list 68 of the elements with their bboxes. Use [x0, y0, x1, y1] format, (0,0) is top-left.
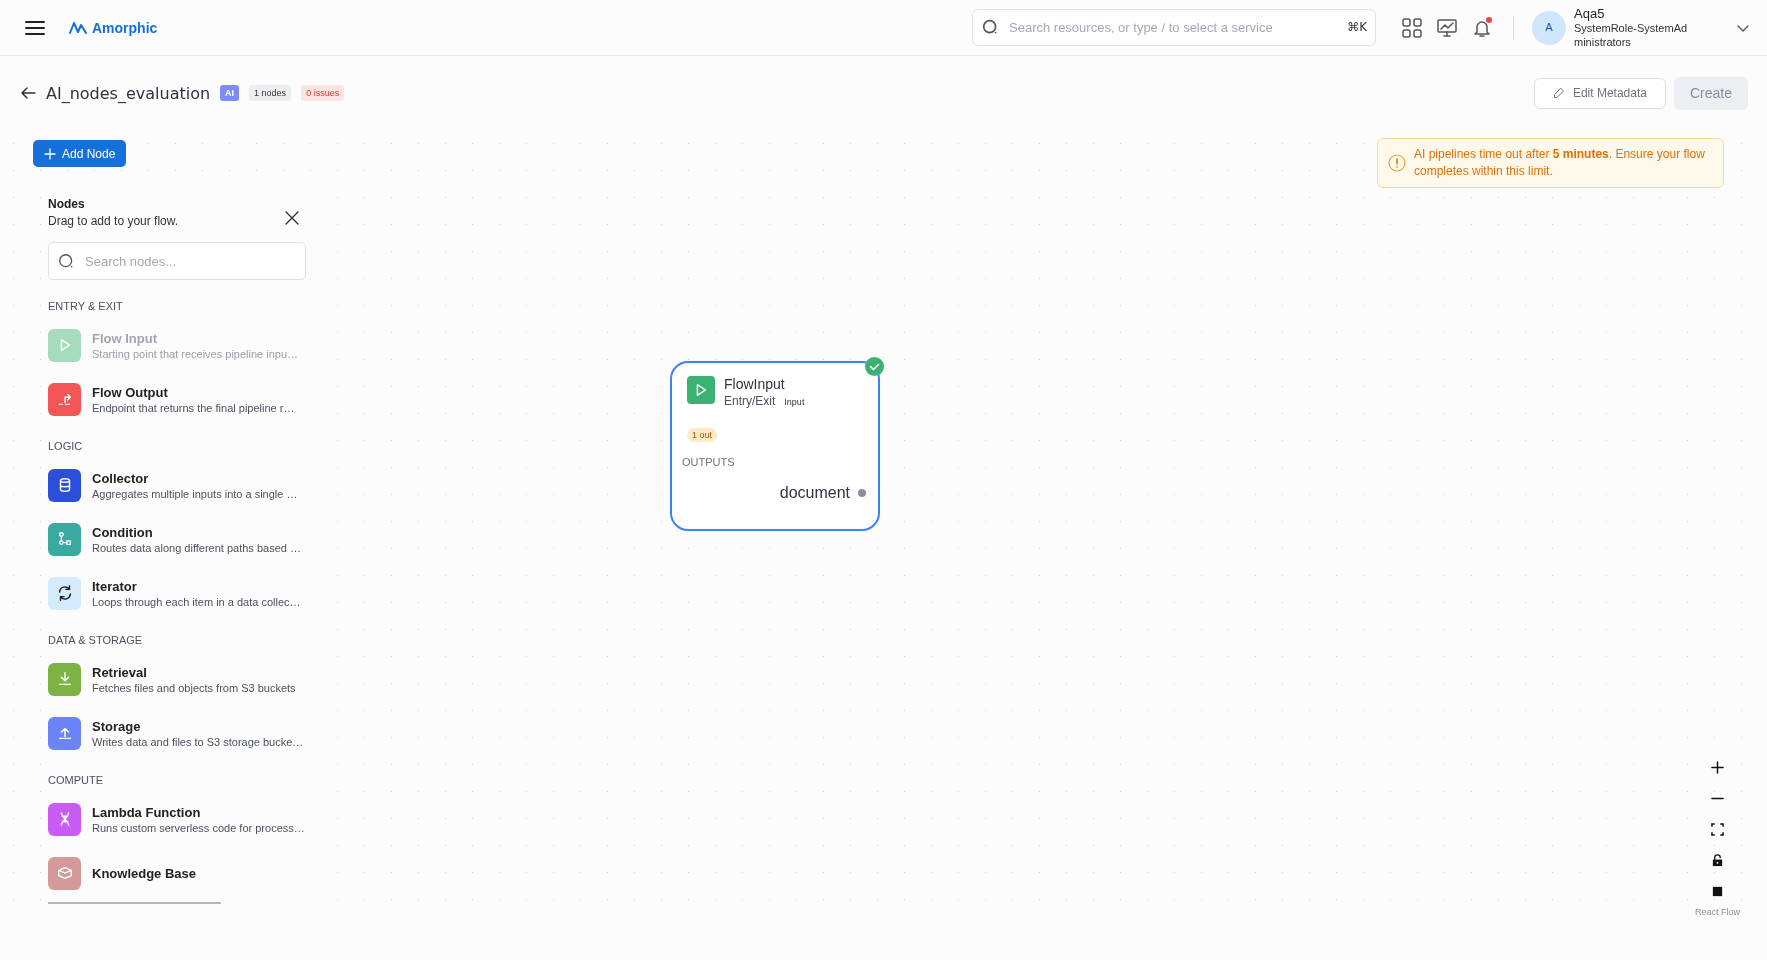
node-description: Fetches files and objects from S3 buckets — [92, 681, 296, 694]
node-category: Entry/Exit — [724, 394, 776, 408]
edit-metadata-button[interactable]: Edit Metadata — [1533, 77, 1666, 109]
node-description: Starting point that receives pipeline inpu… — [92, 347, 299, 360]
output-handle[interactable] — [858, 489, 866, 497]
search-field[interactable]: Search nodes... — [48, 242, 306, 280]
node-name: Knowledge Base — [92, 865, 197, 881]
plus-icon — [1711, 761, 1724, 774]
menu-icon[interactable] — [25, 19, 45, 36]
tag: 0 issues — [301, 85, 345, 101]
node-list-item[interactable]: Condition Routes data along different paths based … — [48, 518, 320, 560]
node-name: Iterator — [92, 578, 138, 594]
fit-view-button[interactable] — [1708, 820, 1727, 839]
node-name: Retrieval — [92, 664, 148, 680]
user-avatar[interactable]: A — [1532, 10, 1566, 45]
node-list-item[interactable]: Storage Writes data and files to S3 storage bucke… — [48, 712, 320, 754]
monitor-chart-icon[interactable] — [1436, 16, 1458, 39]
node-list-item[interactable]: Iterator Loops through each item in a data collec… — [48, 572, 320, 614]
plus-icon — [44, 147, 56, 160]
outputs-heading: OUTPUTS — [682, 456, 736, 468]
output-name: document — [779, 484, 850, 502]
section-heading: ENTRY & EXIT — [48, 300, 124, 312]
alert-message: AI pipelines time out after 5 minutes. Ensure your flow completes within this limit. — [1414, 146, 1706, 180]
corners-icon — [1711, 823, 1724, 836]
node-list-item[interactable]: Knowledge Base — [48, 852, 320, 894]
node-name: Condition — [92, 524, 154, 540]
back-arrow-icon[interactable] — [20, 86, 36, 100]
close-icon[interactable] — [285, 211, 299, 225]
square-icon — [1711, 885, 1724, 898]
pencil-icon — [1552, 87, 1565, 99]
zoom-in-button[interactable] — [1708, 758, 1727, 777]
node-list-item[interactable]: Retrieval Fetches files and objects from S3 buckets — [48, 658, 320, 700]
play-icon — [687, 376, 715, 404]
node-type: Input — [784, 397, 805, 407]
node-description: Routes data along different paths based … — [92, 541, 301, 554]
node-description: Aggregates multiple inputs into a single … — [92, 487, 298, 500]
warning-icon — [1388, 154, 1406, 172]
user-role: SystemRole-SystemAdministrators — [1574, 21, 1689, 49]
shortcut-hint: ⌘K — [1347, 20, 1367, 34]
node-name: Flow Output — [92, 384, 169, 400]
node-description: Runs custom serverless code for process… — [92, 821, 305, 834]
add-node-button[interactable]: Add Node — [33, 140, 127, 167]
node-list-item[interactable]: Flow Output Endpoint that returns the final pipeline r… — [48, 378, 320, 420]
output-count-badge: 1 out — [687, 428, 718, 442]
user-name: Aqa5 — [1574, 6, 1606, 21]
search-icon — [982, 19, 999, 36]
node-title: FlowInput — [724, 376, 786, 392]
grid-icon[interactable] — [1401, 16, 1423, 39]
node-name: Storage — [92, 718, 142, 734]
node-description: Loops through each item in a data collec… — [92, 595, 301, 608]
tag: AI — [220, 85, 240, 101]
node-name: Flow Input — [92, 330, 158, 346]
node-name: Collector — [92, 470, 150, 486]
node-list-item[interactable]: Collector Aggregates multiple inputs into a single … — [48, 464, 320, 506]
panel-subtitle: Drag to add to your flow. — [48, 214, 179, 228]
padlock-icon — [1711, 854, 1724, 867]
node-description: Endpoint that returns the final pipeline r… — [92, 401, 295, 414]
section-heading: LOGIC — [48, 440, 84, 452]
page-title: AI_nodes_evaluation — [46, 83, 211, 103]
section-heading: COMPUTE — [48, 774, 104, 786]
node-list-item[interactable]: Lambda Function Runs custom serverless code for process… — [48, 798, 320, 840]
logo[interactable]: Amorphic — [68, 19, 158, 36]
search-icon — [58, 253, 75, 270]
node-description: Writes data and files to S3 storage bucke… — [92, 735, 304, 748]
panel-title: Nodes — [48, 197, 86, 211]
node-name: Lambda Function — [92, 804, 202, 820]
tag: 1 nodes — [249, 85, 292, 101]
section-heading: DATA & STORAGE — [48, 634, 144, 646]
